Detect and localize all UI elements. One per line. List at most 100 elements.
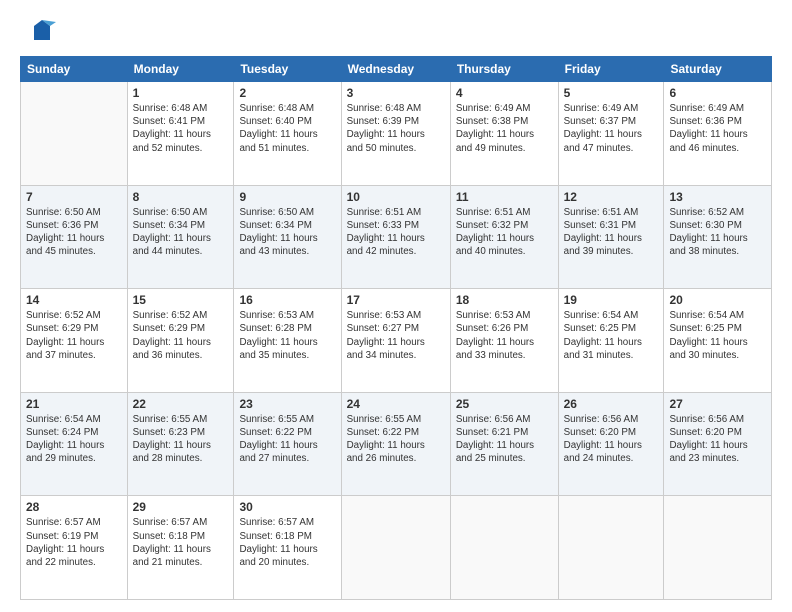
day-number: 22: [133, 397, 229, 411]
calendar-week-row: 28 Sunrise: 6:57 AM Sunset: 6:19 PM Dayli…: [21, 496, 772, 600]
calendar-day-cell: 16 Sunrise: 6:53 AM Sunset: 6:28 PM Dayli…: [234, 289, 341, 393]
calendar-header-day: Wednesday: [341, 57, 450, 82]
day-info: Sunrise: 6:50 AM Sunset: 6:34 PM Dayligh…: [133, 206, 229, 259]
day-info: Sunrise: 6:56 AM Sunset: 6:20 PM Dayligh…: [669, 413, 766, 466]
day-number: 13: [669, 190, 766, 204]
calendar-day-cell: 25 Sunrise: 6:56 AM Sunset: 6:21 PM Dayli…: [450, 392, 558, 496]
day-info: Sunrise: 6:48 AM Sunset: 6:41 PM Dayligh…: [133, 102, 229, 155]
calendar-day-cell: 27 Sunrise: 6:56 AM Sunset: 6:20 PM Dayli…: [664, 392, 772, 496]
day-number: 29: [133, 500, 229, 514]
day-number: 14: [26, 293, 122, 307]
day-info: Sunrise: 6:48 AM Sunset: 6:39 PM Dayligh…: [347, 102, 445, 155]
calendar-day-cell: 2 Sunrise: 6:48 AM Sunset: 6:40 PM Daylig…: [234, 82, 341, 186]
day-info: Sunrise: 6:54 AM Sunset: 6:24 PM Dayligh…: [26, 413, 122, 466]
calendar-week-row: 7 Sunrise: 6:50 AM Sunset: 6:36 PM Daylig…: [21, 185, 772, 289]
day-info: Sunrise: 6:52 AM Sunset: 6:30 PM Dayligh…: [669, 206, 766, 259]
day-info: Sunrise: 6:53 AM Sunset: 6:26 PM Dayligh…: [456, 309, 553, 362]
day-number: 15: [133, 293, 229, 307]
calendar-header-day: Saturday: [664, 57, 772, 82]
day-info: Sunrise: 6:49 AM Sunset: 6:36 PM Dayligh…: [669, 102, 766, 155]
calendar-day-cell: 24Sunrise: 6:55 AM Sunset: 6:22 PM Dayli…: [341, 392, 450, 496]
day-number: 10: [347, 190, 445, 204]
day-number: 19: [564, 293, 659, 307]
day-info: Sunrise: 6:57 AM Sunset: 6:18 PM Dayligh…: [239, 516, 335, 569]
day-number: 6: [669, 86, 766, 100]
day-info: Sunrise: 6:51 AM Sunset: 6:32 PM Dayligh…: [456, 206, 553, 259]
calendar-day-cell: 15 Sunrise: 6:52 AM Sunset: 6:29 PM Dayli…: [127, 289, 234, 393]
day-info: Sunrise: 6:57 AM Sunset: 6:19 PM Dayligh…: [26, 516, 122, 569]
day-info: Sunrise: 6:49 AM Sunset: 6:38 PM Dayligh…: [456, 102, 553, 155]
day-number: 25: [456, 397, 553, 411]
header: [20, 18, 772, 46]
day-info: Sunrise: 6:52 AM Sunset: 6:29 PM Dayligh…: [26, 309, 122, 362]
calendar-day-cell: 29 Sunrise: 6:57 AM Sunset: 6:18 PM Dayli…: [127, 496, 234, 600]
day-info: Sunrise: 6:48 AM Sunset: 6:40 PM Dayligh…: [239, 102, 335, 155]
calendar-day-cell: 13 Sunrise: 6:52 AM Sunset: 6:30 PM Dayli…: [664, 185, 772, 289]
calendar-day-cell: 9 Sunrise: 6:50 AM Sunset: 6:34 PM Daylig…: [234, 185, 341, 289]
page: SundayMondayTuesdayWednesdayThursdayFrid…: [0, 0, 792, 612]
day-info: Sunrise: 6:50 AM Sunset: 6:36 PM Dayligh…: [26, 206, 122, 259]
day-number: 9: [239, 190, 335, 204]
day-info: Sunrise: 6:51 AM Sunset: 6:33 PM Dayligh…: [347, 206, 445, 259]
calendar-header-day: Sunday: [21, 57, 128, 82]
day-number: 12: [564, 190, 659, 204]
calendar-day-cell: [664, 496, 772, 600]
calendar-day-cell: [341, 496, 450, 600]
calendar-day-cell: 3Sunrise: 6:48 AM Sunset: 6:39 PM Daylig…: [341, 82, 450, 186]
day-number: 18: [456, 293, 553, 307]
calendar-day-cell: 11Sunrise: 6:51 AM Sunset: 6:32 PM Dayli…: [450, 185, 558, 289]
day-info: Sunrise: 6:50 AM Sunset: 6:34 PM Dayligh…: [239, 206, 335, 259]
day-info: Sunrise: 6:55 AM Sunset: 6:22 PM Dayligh…: [239, 413, 335, 466]
calendar-day-cell: 23Sunrise: 6:55 AM Sunset: 6:22 PM Dayli…: [234, 392, 341, 496]
day-info: Sunrise: 6:53 AM Sunset: 6:27 PM Dayligh…: [347, 309, 445, 362]
day-info: Sunrise: 6:56 AM Sunset: 6:21 PM Dayligh…: [456, 413, 553, 466]
day-number: 8: [133, 190, 229, 204]
calendar-day-cell: 8 Sunrise: 6:50 AM Sunset: 6:34 PM Daylig…: [127, 185, 234, 289]
day-info: Sunrise: 6:55 AM Sunset: 6:23 PM Dayligh…: [133, 413, 229, 466]
calendar-day-cell: 28 Sunrise: 6:57 AM Sunset: 6:19 PM Dayli…: [21, 496, 128, 600]
calendar-header-row: SundayMondayTuesdayWednesdayThursdayFrid…: [21, 57, 772, 82]
calendar-header-day: Thursday: [450, 57, 558, 82]
calendar-day-cell: 30Sunrise: 6:57 AM Sunset: 6:18 PM Dayli…: [234, 496, 341, 600]
day-info: Sunrise: 6:52 AM Sunset: 6:29 PM Dayligh…: [133, 309, 229, 362]
calendar-table: SundayMondayTuesdayWednesdayThursdayFrid…: [20, 56, 772, 600]
day-number: 2: [239, 86, 335, 100]
day-number: 27: [669, 397, 766, 411]
day-info: Sunrise: 6:54 AM Sunset: 6:25 PM Dayligh…: [564, 309, 659, 362]
day-number: 5: [564, 86, 659, 100]
calendar-day-cell: 12 Sunrise: 6:51 AM Sunset: 6:31 PM Dayli…: [558, 185, 664, 289]
day-info: Sunrise: 6:54 AM Sunset: 6:25 PM Dayligh…: [669, 309, 766, 362]
day-number: 21: [26, 397, 122, 411]
day-info: Sunrise: 6:49 AM Sunset: 6:37 PM Dayligh…: [564, 102, 659, 155]
day-info: Sunrise: 6:51 AM Sunset: 6:31 PM Dayligh…: [564, 206, 659, 259]
calendar-header-day: Monday: [127, 57, 234, 82]
day-number: 4: [456, 86, 553, 100]
calendar-week-row: 14 Sunrise: 6:52 AM Sunset: 6:29 PM Dayli…: [21, 289, 772, 393]
calendar-day-cell: 6 Sunrise: 6:49 AM Sunset: 6:36 PM Daylig…: [664, 82, 772, 186]
calendar-day-cell: 14 Sunrise: 6:52 AM Sunset: 6:29 PM Dayli…: [21, 289, 128, 393]
calendar-day-cell: [558, 496, 664, 600]
day-number: 16: [239, 293, 335, 307]
calendar-day-cell: [21, 82, 128, 186]
calendar-day-cell: 17 Sunrise: 6:53 AM Sunset: 6:27 PM Dayli…: [341, 289, 450, 393]
logo-icon: [28, 18, 56, 46]
calendar-day-cell: 26Sunrise: 6:56 AM Sunset: 6:20 PM Dayli…: [558, 392, 664, 496]
calendar-week-row: 1Sunrise: 6:48 AM Sunset: 6:41 PM Daylig…: [21, 82, 772, 186]
calendar-day-cell: 10 Sunrise: 6:51 AM Sunset: 6:33 PM Dayli…: [341, 185, 450, 289]
day-info: Sunrise: 6:55 AM Sunset: 6:22 PM Dayligh…: [347, 413, 445, 466]
calendar-day-cell: 5 Sunrise: 6:49 AM Sunset: 6:37 PM Daylig…: [558, 82, 664, 186]
day-number: 20: [669, 293, 766, 307]
day-number: 17: [347, 293, 445, 307]
day-info: Sunrise: 6:56 AM Sunset: 6:20 PM Dayligh…: [564, 413, 659, 466]
calendar-day-cell: 20 Sunrise: 6:54 AM Sunset: 6:25 PM Dayli…: [664, 289, 772, 393]
calendar-day-cell: [450, 496, 558, 600]
day-info: Sunrise: 6:57 AM Sunset: 6:18 PM Dayligh…: [133, 516, 229, 569]
calendar-header-day: Tuesday: [234, 57, 341, 82]
calendar-day-cell: 22 Sunrise: 6:55 AM Sunset: 6:23 PM Dayli…: [127, 392, 234, 496]
day-number: 7: [26, 190, 122, 204]
logo: [20, 18, 56, 46]
calendar-day-cell: 19 Sunrise: 6:54 AM Sunset: 6:25 PM Dayli…: [558, 289, 664, 393]
calendar-day-cell: 21 Sunrise: 6:54 AM Sunset: 6:24 PM Dayli…: [21, 392, 128, 496]
day-info: Sunrise: 6:53 AM Sunset: 6:28 PM Dayligh…: [239, 309, 335, 362]
day-number: 28: [26, 500, 122, 514]
